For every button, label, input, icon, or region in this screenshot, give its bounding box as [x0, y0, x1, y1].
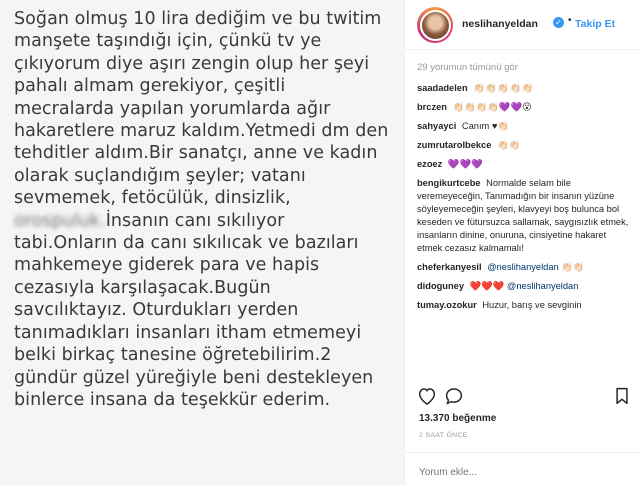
likes-number: 13.370 — [419, 413, 450, 424]
post-text-line: Soğan olmuş 10 lira dediğim ve bu twitim — [14, 9, 382, 29]
comment-item: brczen 👏🏻👏🏻👏🏻👏🏻💜💜😮 — [417, 101, 632, 114]
post-sidebar: neslihanyeldan ✓ • Takip Et 29 yorumun t… — [404, 0, 640, 485]
post-text-segment: İnsanın canı sıkılıyor — [105, 210, 285, 231]
comment-username[interactable]: saadadelen — [417, 83, 468, 93]
post-header: neslihanyeldan ✓ • Takip Et — [405, 0, 640, 50]
post-text-line: manşete taşındığı için, çünkü tv ye — [14, 31, 322, 52]
comment-username[interactable]: cheferkanyesil — [417, 262, 482, 272]
post-text-line: tehditler aldım.Bir sanatçı, anne ve kad… — [14, 143, 378, 164]
comment-item: tumay.ozokur Huzur, barış ve sevginin — [417, 299, 632, 312]
comment-text: ❤️❤️❤️ — [469, 281, 505, 291]
post-text-line: savcılıktayız. Oturdukları yerden — [14, 300, 299, 321]
post-text-line: tabi.Onların da canı sıkılıcak ve bazıla… — [14, 233, 359, 254]
post-image[interactable]: Soğan olmuş 10 lira dediğim ve bu twitim… — [0, 0, 404, 485]
comment-text: 👏🏻👏🏻 — [561, 262, 585, 272]
post-text-line: binlerce insana da teşekkür ederim. — [14, 389, 331, 410]
username-link[interactable]: neslihanyeldan — [462, 18, 538, 30]
bookmark-icon[interactable] — [614, 387, 630, 410]
comment-icon[interactable] — [444, 387, 464, 410]
comment-text: Canım ♥︎👏🏻 — [461, 121, 509, 131]
avatar-image — [419, 9, 451, 41]
comment-item: sahyayci Canım ♥︎👏🏻 — [417, 120, 632, 133]
heart-icon[interactable] — [417, 387, 437, 410]
post-text-line: çıkıyorum diye aşırı zengin olup her şey… — [14, 53, 370, 74]
comment-username[interactable]: bengikurtcebe — [417, 178, 481, 188]
see-all-comments-link[interactable]: 29 yorumun tümünü gör — [417, 62, 632, 73]
likes-count[interactable]: 13.370 beğenme — [419, 413, 496, 424]
comment-item: didoguney ❤️❤️❤️ @neslihanyeldan — [417, 280, 632, 293]
comment-mention-link[interactable]: @neslihanyeldan — [507, 281, 578, 291]
comment-text: 👏🏻👏🏻 — [497, 140, 521, 150]
comment-username[interactable]: brczen — [417, 102, 447, 112]
divider — [405, 452, 640, 453]
comment-username[interactable]: didoguney — [417, 281, 464, 291]
comment-item: cheferkanyesil @neslihanyeldan 👏🏻👏🏻 — [417, 261, 632, 274]
post-text-line: mecralarda yapılan yorumlarda ağır — [14, 98, 331, 119]
comment-username[interactable]: tumay.ozokur — [417, 300, 477, 310]
blurred-word: orospuluk. — [14, 210, 106, 231]
separator-dot: • — [568, 15, 572, 26]
post-timestamp[interactable]: 2 SAAT ÖNCE — [419, 432, 468, 439]
action-bar — [417, 387, 632, 407]
post-text-line: tanımadıkları insanları itham etmemeyi — [14, 322, 362, 343]
comment-item: saadadelen 👏🏻👏🏻👏🏻👏🏻👏🏻 — [417, 82, 632, 95]
post-text-line: gündür güzel yüreğiyle beni destekleyen — [14, 367, 374, 388]
comment-text: Normalde selam bile veremeyeceğin, Tanım… — [417, 178, 629, 253]
post-text-line: sevmemek, fetöcülük, dinsizlik, — [14, 188, 291, 209]
post-text-line: olarak suçlandığım şeyler; vatanı — [14, 165, 306, 186]
verified-badge-icon: ✓ — [553, 17, 564, 28]
comment-item: ezoez 💜💜💜 — [417, 158, 632, 171]
comment-text: Huzur, barış ve sevginin — [482, 300, 582, 310]
comment-username[interactable]: sahyayci — [417, 121, 456, 131]
comments-list: 29 yorumun tümünü gör saadadelen 👏🏻👏🏻👏🏻👏… — [417, 62, 632, 318]
comment-text: 💜💜💜 — [447, 159, 483, 169]
comment-text: 👏🏻👏🏻👏🏻👏🏻💜💜😮 — [452, 102, 532, 112]
follow-button[interactable]: Takip Et — [575, 18, 615, 30]
add-comment-input[interactable] — [419, 467, 619, 478]
post-text-line: hakaretlere maruz kaldım.Yetmedi dm den — [14, 121, 389, 142]
likes-label: beğenme — [452, 413, 497, 424]
comment-username[interactable]: zumrutarolbekce — [417, 140, 491, 150]
comment-item: bengikurtcebe Normalde selam bile vereme… — [417, 177, 632, 255]
comment-username[interactable]: ezoez — [417, 159, 442, 169]
post-text-line: orospuluk.İnsanın canı sıkılıyor — [14, 210, 398, 232]
post-text-line: mahkemeye giderek para ve hapis — [14, 255, 320, 276]
post-text-line: cezasıyla karşılaşacak.Bugün — [14, 277, 271, 298]
comment-text: 👏🏻👏🏻👏🏻👏🏻👏🏻 — [473, 83, 534, 93]
comment-item: zumrutarolbekce 👏🏻👏🏻 — [417, 139, 632, 152]
post-text-line: belki birkaç tanesine öğretebilirim.2 — [14, 345, 332, 366]
post-text-line: pahalı almam gerekiyor, çeşitli — [14, 76, 286, 97]
post-caption-image-text: Soğan olmuş 10 lira dediğim ve bu twitim… — [14, 8, 398, 411]
avatar[interactable] — [417, 7, 453, 43]
comment-mention-link[interactable]: @neslihanyeldan — [487, 262, 558, 272]
